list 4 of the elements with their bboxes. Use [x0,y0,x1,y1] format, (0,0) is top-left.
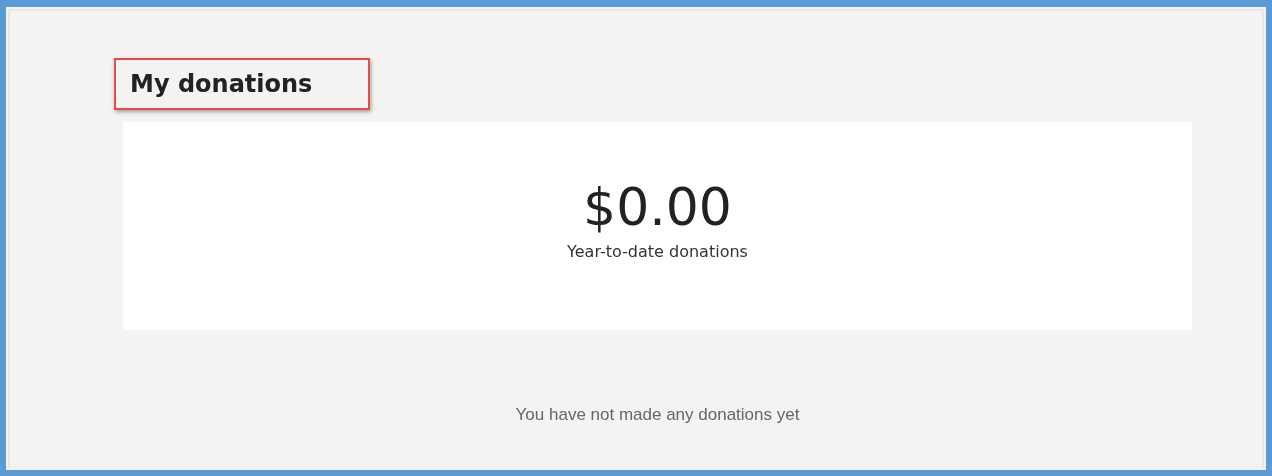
donation-total: $0.00 [583,178,732,237]
page-heading: My donations [114,58,371,110]
empty-message: You have not made any donations yet [514,405,801,425]
total-label: Year-to-date donations [567,242,748,262]
